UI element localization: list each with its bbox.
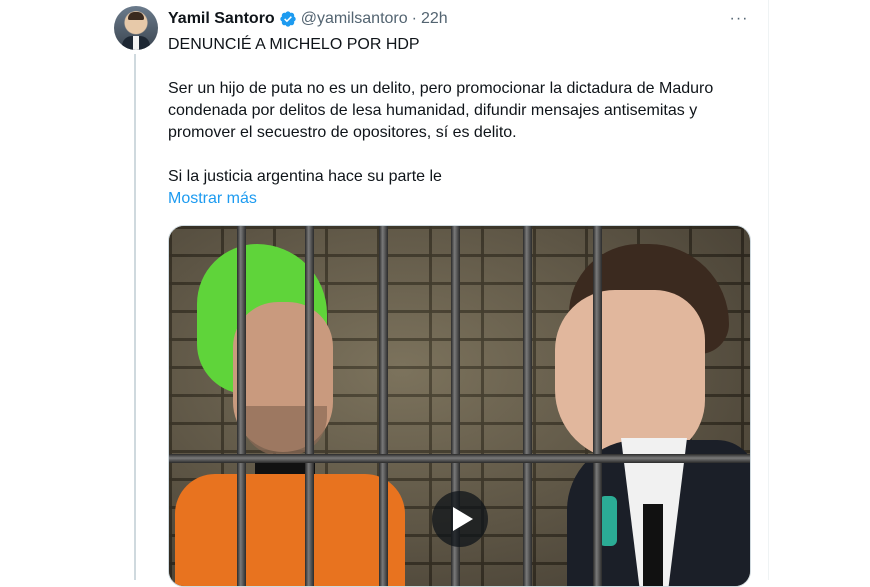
verified-badge-icon (280, 11, 296, 27)
jail-bar (593, 226, 602, 586)
person-orange-jumpsuit (175, 474, 405, 586)
thread-line (134, 54, 136, 580)
person-face-right (555, 290, 705, 460)
video-media[interactable] (168, 225, 751, 587)
tweet-timestamp[interactable]: 22h (421, 10, 448, 28)
tweet-header: Yamil Santoro @yamilsantoro · 22h (168, 8, 448, 30)
play-button[interactable] (432, 491, 488, 547)
avatar-hair (128, 12, 144, 20)
jail-bar (237, 226, 246, 586)
tweet-headline: DENUNCIÉ A MICHELO POR HDP (168, 36, 420, 53)
person-tie-right (643, 504, 663, 586)
author-name[interactable]: Yamil Santoro (168, 10, 275, 28)
tweet-text: DENUNCIÉ A MICHELO POR HDP Ser un hijo d… (168, 34, 758, 210)
jail-bar (523, 226, 532, 586)
more-options-icon[interactable]: ··· (728, 8, 750, 30)
show-more-link[interactable]: Mostrar más (168, 188, 758, 210)
tweet-paragraph-2: Si la justicia argentina hace su parte l… (168, 168, 442, 185)
header-separator: · (411, 10, 417, 27)
jail-crossbar (169, 454, 750, 463)
author-handle[interactable]: @yamilsantoro (301, 10, 408, 28)
jail-bar (305, 226, 314, 586)
tweet-paragraph-1: Ser un hijo de puta no es un delito, per… (168, 80, 714, 141)
avatar[interactable] (114, 6, 158, 50)
jail-bar (379, 226, 388, 586)
avatar-shirt (133, 36, 139, 50)
play-icon (452, 507, 473, 531)
left-gutter (0, 0, 105, 580)
right-gutter (768, 0, 870, 580)
